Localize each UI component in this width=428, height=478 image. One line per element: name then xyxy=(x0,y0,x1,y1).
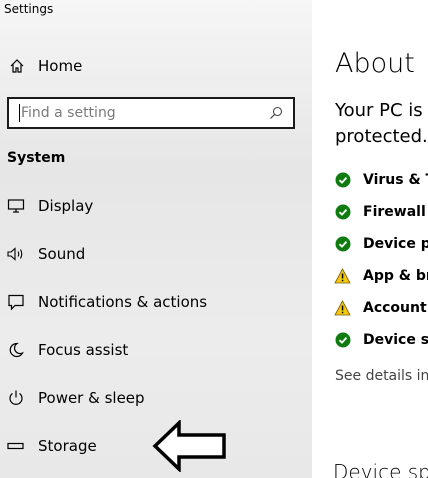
home-label: Home xyxy=(38,57,83,75)
status-device-performance: Device pe xyxy=(334,233,428,255)
sidebar-item-label: Focus assist xyxy=(38,341,129,359)
status-app-browser: App & bro xyxy=(334,265,428,287)
home-button[interactable]: Home xyxy=(8,54,82,78)
check-circle-icon xyxy=(334,332,351,349)
speaker-icon xyxy=(6,244,26,264)
power-icon xyxy=(6,388,26,408)
display-icon xyxy=(6,196,26,216)
status-device-security: Device sec xyxy=(334,329,428,351)
status-label: Device pe xyxy=(363,236,428,252)
main-panel: About Your PC is protected. Virus & Th F… xyxy=(312,0,428,478)
page-title: About xyxy=(335,48,415,79)
search-box[interactable] xyxy=(7,97,295,129)
see-details-link[interactable]: See details in V xyxy=(335,368,428,384)
status-firewall: Firewall & xyxy=(334,201,428,223)
sidebar-item-power-sleep[interactable]: Power & sleep xyxy=(6,386,145,410)
search-input[interactable] xyxy=(20,105,267,121)
warning-icon xyxy=(334,268,351,285)
search-icon[interactable] xyxy=(267,104,285,122)
window-title: Settings xyxy=(4,2,54,16)
sidebar-item-notifications[interactable]: Notifications & actions xyxy=(6,290,207,314)
status-label: Firewall & xyxy=(363,204,428,220)
sidebar: Settings Home System Display Sound Notif… xyxy=(0,0,312,478)
sidebar-item-sound[interactable]: Sound xyxy=(6,242,85,266)
status-label: Account p xyxy=(363,300,428,316)
section-title: System xyxy=(7,150,66,166)
moon-icon xyxy=(6,340,26,360)
check-circle-icon xyxy=(334,204,351,221)
device-specifications-heading: Device spe xyxy=(333,460,428,478)
sidebar-item-storage[interactable]: Storage xyxy=(6,434,97,458)
sidebar-item-label: Display xyxy=(38,197,94,215)
notification-icon xyxy=(6,292,26,312)
storage-icon xyxy=(6,436,26,456)
status-account-protection: Account p xyxy=(334,297,428,319)
sidebar-item-label: Notifications & actions xyxy=(38,293,208,311)
warning-icon xyxy=(334,300,351,317)
home-icon xyxy=(8,57,26,75)
sidebar-item-label: Sound xyxy=(38,245,86,263)
check-circle-icon xyxy=(334,236,351,253)
protection-summary: Your PC is protected. xyxy=(335,98,428,150)
status-label: Device sec xyxy=(363,332,428,348)
protection-line-1: Your PC is xyxy=(335,100,423,121)
sidebar-item-focus-assist[interactable]: Focus assist xyxy=(6,338,128,362)
sidebar-item-display[interactable]: Display xyxy=(6,194,93,218)
sidebar-item-label: Power & sleep xyxy=(38,389,145,407)
left-arrow-icon xyxy=(152,420,226,472)
status-virus-threat: Virus & Th xyxy=(334,169,428,191)
sidebar-item-label: Storage xyxy=(38,437,97,455)
status-label: Virus & Th xyxy=(363,172,428,188)
check-circle-icon xyxy=(334,172,351,189)
protection-line-2: protected. xyxy=(335,126,428,147)
status-label: App & bro xyxy=(363,268,428,284)
